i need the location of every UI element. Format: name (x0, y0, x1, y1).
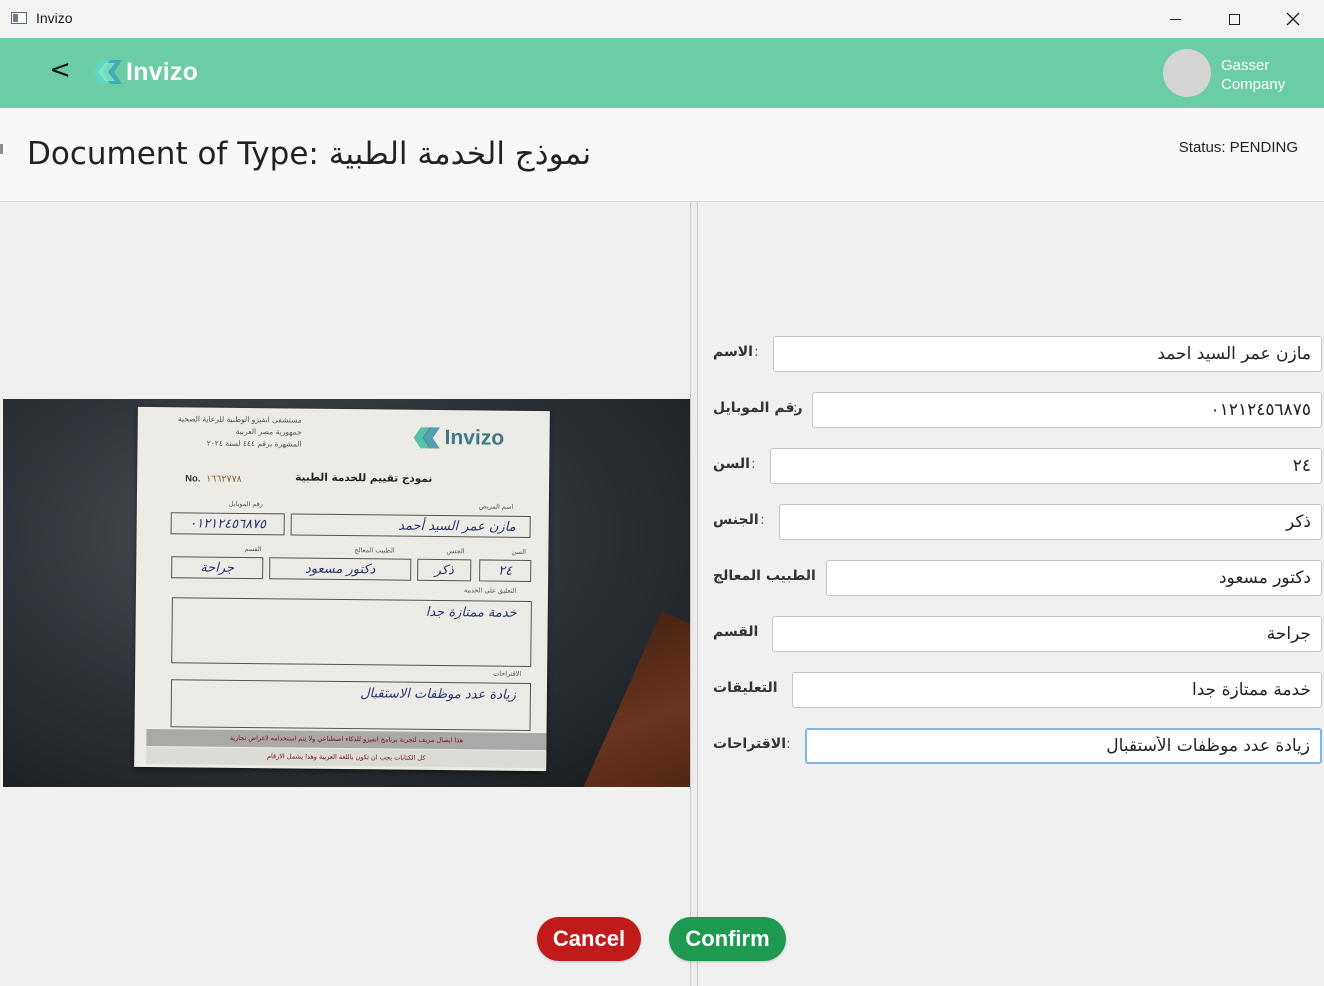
document-header: Document of Type: نموذج الخدمة الطبية St… (0, 108, 1324, 202)
receipt-value-comment: خدمة ممتازة جدا (171, 597, 532, 667)
document-preview-pane: مستشفى انفيزو الوطنية للرعاية الصحية جمه… (0, 202, 690, 986)
invizo-logo-icon (413, 427, 440, 449)
avatar[interactable] (1163, 49, 1211, 97)
receipt-value-doctor: دكتور مسعود (269, 557, 412, 581)
extracted-fields-pane: الاسم : رقم الموبايل : السن : الجنس : ال… (698, 202, 1324, 986)
suggestions-label: الاقتراحات (713, 736, 787, 752)
comments-field[interactable] (792, 672, 1322, 708)
department-field[interactable] (772, 616, 1322, 652)
receipt-value-mobile: ٠١٢١٢٤٥٦٨٧٥ (170, 512, 285, 536)
receipt-footnote: كل الكتابات يجب ان تكون باللغة العربية و… (146, 746, 547, 769)
receipt-label-comment: التعليق على الخدمة (463, 586, 517, 595)
receipt-label-doctor: الطبيب المعالج (354, 546, 395, 555)
receipt-number-label: No. (185, 473, 201, 485)
age-field[interactable] (770, 448, 1322, 484)
receipt-logo: Invizo (409, 424, 504, 453)
pane-splitter[interactable] (690, 202, 698, 986)
form-row-gender: الجنس : (713, 504, 1324, 540)
receipt-logo-text: Invizo (444, 426, 505, 450)
form-row-suggestions: الاقتراحات : (713, 728, 1324, 764)
user-company-name: Gasser Company (1221, 56, 1285, 94)
form-row-doctor: الطبيب المعالج : (713, 560, 1324, 596)
confirm-button[interactable]: Confirm (669, 917, 786, 961)
doctor-field[interactable] (826, 560, 1322, 596)
scanned-document-image: مستشفى انفيزو الوطنية للرعاية الصحية جمه… (3, 399, 690, 787)
mobile-colon: : (793, 400, 798, 416)
receipt-label-age: السن (511, 547, 526, 556)
cancel-button[interactable]: Cancel (537, 917, 641, 961)
age-colon: : (751, 456, 756, 472)
back-button[interactable]: < (46, 52, 74, 88)
close-icon (1286, 12, 1300, 26)
mobile-label: رقم الموبايل (713, 400, 803, 416)
department-colon: : (753, 624, 758, 640)
receipt-label-suggestions: الاقتراحات (493, 669, 522, 678)
receipt-label-mobile: رقم الموبايل (228, 499, 263, 509)
receipt-value-suggestions: زيادة عدد موظفات الاستقبال (170, 679, 532, 731)
age-label: السن (713, 456, 750, 472)
status-badge: Status: PENDING (1178, 139, 1298, 156)
form-row-comments: التعليقات : (713, 672, 1324, 708)
user-name-line2: Company (1221, 76, 1286, 93)
maximize-button[interactable] (1205, 0, 1263, 38)
gender-colon: : (760, 512, 765, 528)
hospital-line-3: المشهرة برقم ٤٤٤ لسنة ٢٠٢٤ (206, 438, 302, 449)
receipt-label-department: القسم (244, 544, 262, 554)
minimize-button[interactable] (1146, 0, 1204, 38)
minimize-icon (1169, 18, 1181, 20)
receipt-value-age: ٢٤ (479, 559, 532, 582)
doctor-colon: : (806, 568, 811, 584)
receipt-value-name: مازن عمر السيد أحمد (290, 513, 531, 538)
page-title: Document of Type: نموذج الخدمة الطبية (27, 136, 592, 172)
form-row-age: السن : (713, 448, 1324, 484)
receipt-label-gender: الجنس (446, 547, 465, 556)
comments-colon: : (772, 680, 777, 696)
doctor-label: الطبيب المعالج (713, 568, 816, 584)
receipt-value-gender: ذكر (417, 558, 472, 582)
window-title: Invizo (36, 10, 73, 26)
app-window-icon (11, 12, 27, 24)
receipt-label-name: اسم المريض (478, 502, 514, 511)
form-row-mobile: رقم الموبايل : (713, 392, 1324, 428)
invizo-logo-icon (92, 60, 122, 84)
mobile-field[interactable] (812, 392, 1322, 428)
receipt-number-value: ١٦٦٢٧٧٨ (206, 473, 242, 485)
window-titlebar: Invizo (0, 0, 1324, 39)
brand-name: Invizo (126, 57, 199, 86)
form-row-department: القسم : (713, 616, 1324, 652)
name-field[interactable] (773, 336, 1322, 372)
name-colon: : (754, 344, 759, 360)
receipt-number: No. ١٦٦٢٧٧٨ (185, 473, 242, 485)
name-label: الاسم (713, 344, 753, 360)
receipt-value-department: جراحة (171, 556, 264, 580)
maximize-icon (1228, 13, 1240, 25)
suggestions-field[interactable] (805, 728, 1322, 764)
comments-label: التعليقات (713, 680, 778, 696)
gender-field[interactable] (779, 504, 1322, 540)
header-accent-mark (0, 144, 3, 154)
suggestions-colon: : (786, 736, 791, 752)
app-header: < Invizo Gasser Company (0, 38, 1324, 108)
hospital-header: مستشفى انفيزو الوطنية للرعاية الصحية جمه… (151, 413, 302, 451)
receipt-form-title: نموذج تقييم للخدمة الطبية (295, 471, 433, 485)
gender-label: الجنس (713, 512, 759, 528)
form-row-name: الاسم : (713, 336, 1324, 372)
user-name-line1: Gasser (1221, 57, 1270, 74)
wood-surface (580, 611, 690, 787)
brand-logo: Invizo (88, 54, 198, 90)
close-button[interactable] (1264, 0, 1322, 38)
department-label: القسم (713, 624, 759, 640)
receipt-paper: مستشفى انفيزو الوطنية للرعاية الصحية جمه… (134, 406, 550, 772)
